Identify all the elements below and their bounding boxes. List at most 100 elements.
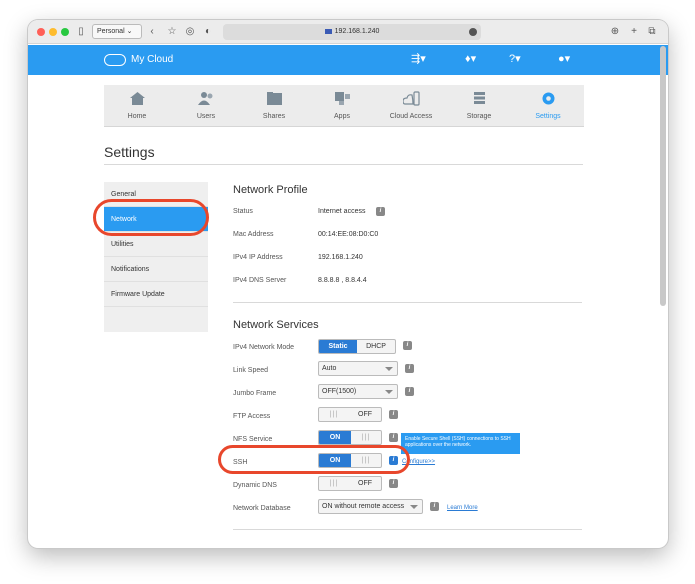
more-icon[interactable] [469,28,477,36]
mac-address-label: Mac Address [233,231,274,238]
ssh-tooltip: Enable Secure Shell (SSH) connections to… [401,433,520,454]
sidebar-item-firmware-update[interactable]: Firmware Update [104,282,208,307]
toggle-grip: ||| [329,480,339,487]
ipv4-address-value: 192.168.1.240 [318,254,363,261]
help-icon[interactable]: ?▾ [509,52,521,65]
nav-label: Apps [334,113,350,120]
ipv4-mode-switch[interactable]: Static DHCP [318,339,396,354]
info-icon[interactable]: i [376,207,385,216]
section-title-network-profile: Network Profile [233,184,308,196]
minimize-button[interactable] [49,28,57,36]
link-speed-label: Link Speed [233,367,269,374]
scrollbar[interactable] [660,46,666,306]
sidebar-item-notifications[interactable]: Notifications [104,257,208,282]
info-icon[interactable]: i [403,341,412,350]
toggle-grip: ||| [329,411,339,418]
cloud-access-icon [403,91,420,106]
apps-icon [335,92,350,105]
bell-icon[interactable]: ♦▾ [465,52,476,65]
nav-label: Settings [535,113,561,120]
divider [104,164,583,165]
nfs-toggle[interactable]: ON ||| [318,430,382,445]
network-database-dropdown[interactable]: ON without remote access [318,499,423,514]
site-icon [324,28,332,34]
storage-icon [474,92,485,104]
bookmark-star-icon[interactable]: ☆ [167,25,177,39]
privacy-shield-icon[interactable]: ◐ [203,25,213,39]
cloud-logo-icon [104,54,126,66]
info-icon[interactable]: i [389,433,398,442]
nav-shares[interactable]: Shares [244,85,304,127]
dns-server-value: 8.8.8.8 , 8.8.4.4 [318,277,367,284]
chevron-down-icon [385,390,393,394]
new-tab-icon[interactable]: + [629,25,639,39]
nav-apps[interactable]: Apps [312,85,372,127]
jumbo-frame-value: OFF(1500) [322,388,357,395]
info-icon[interactable]: i [430,502,439,511]
address-text: 192.168.1.240 [334,28,380,35]
static-option[interactable]: Static [319,340,357,353]
nfs-state: ON [319,431,351,444]
profile-selector[interactable]: Personal ⌄ [92,24,142,39]
dynamic-dns-label: Dynamic DNS [233,482,277,489]
download-icon[interactable]: ⊕ [610,25,620,39]
home-icon [130,92,145,105]
info-icon[interactable]: i [389,410,398,419]
address-bar[interactable]: 192.168.1.240 [223,24,481,40]
nav-storage[interactable]: Storage [449,85,509,127]
nfs-service-label: NFS Service [233,436,273,443]
nav-users[interactable]: Users [176,85,236,127]
usb-icon[interactable]: ⇶▾ [411,52,426,65]
chevron-down-icon [410,505,418,509]
nav-cloud-access[interactable]: Cloud Access [381,85,441,127]
jumbo-frame-dropdown[interactable]: OFF(1500) [318,384,398,399]
network-database-value: ON without remote access [322,503,405,510]
learn-more-link[interactable]: Learn More [447,505,478,511]
info-icon[interactable]: i [405,364,414,373]
network-highlight-circle [93,199,209,236]
section-title-network-services: Network Services [233,319,319,331]
ftp-toggle[interactable]: ||| OFF [318,407,382,422]
page-title: Settings [104,144,155,160]
divider [233,529,582,530]
nav-label: Users [196,113,216,120]
nav-label: Shares [262,113,286,120]
shares-folder-icon [267,92,282,105]
info-icon[interactable]: i [389,479,398,488]
ipv4-mode-label: IPv4 Network Mode [233,344,295,351]
nav-settings[interactable]: Settings [518,85,578,127]
user-icon[interactable]: ●▾ [558,52,570,65]
dhcp-option[interactable]: DHCP [357,340,395,353]
ipv4-address-label: IPv4 IP Address [233,254,283,261]
ddns-toggle[interactable]: ||| OFF [318,476,382,491]
network-database-label: Network Database [233,505,291,512]
brand-name: My Cloud [131,54,174,65]
nav-label: Cloud Access [389,113,433,120]
status-label: Status [233,208,253,215]
ftp-access-label: FTP Access [233,413,271,420]
chevron-down-icon [385,367,393,371]
browser-window: ▯ Personal ⌄ ‹ ☆ ◎ ◐ 192.168.1.240 ⊕ + ⧉… [28,20,668,548]
jumbo-frame-label: Jumbo Frame [233,390,277,397]
ssh-highlight-circle [218,445,410,474]
ddns-state: OFF [358,480,372,487]
link-speed-dropdown[interactable]: Auto [318,361,398,376]
link-speed-value: Auto [322,365,337,372]
status-value: Internet access [318,208,366,215]
info-icon[interactable]: i [405,387,414,396]
close-button[interactable] [37,28,45,36]
extension-icon[interactable]: ◎ [185,25,195,39]
nav-home[interactable]: Home [107,85,167,127]
browser-toolbar: ▯ Personal ⌄ ‹ ☆ ◎ ◐ 192.168.1.240 ⊕ + ⧉ [28,20,668,44]
gear-icon [542,92,555,105]
dns-server-label: IPv4 DNS Server [233,277,287,284]
toggle-grip: ||| [361,434,371,441]
sidebar-toggle-icon[interactable]: ▯ [76,25,86,39]
profile-label: Personal [97,28,125,35]
tabs-overview-icon[interactable]: ⧉ [647,25,657,39]
main-nav: Home Users Shares Apps Cloud Access Stor… [104,85,584,127]
maximize-button[interactable] [61,28,69,36]
ftp-state: OFF [358,411,372,418]
back-icon[interactable]: ‹ [147,25,157,39]
mac-address-value: 00:14:EE:08:D0:C0 [318,231,379,238]
